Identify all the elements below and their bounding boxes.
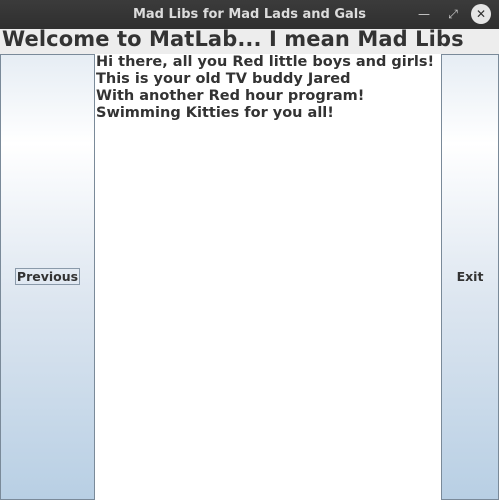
header: Welcome to MatLab... I mean Mad Libs bbox=[0, 27, 499, 54]
title-bar[interactable]: Mad Libs for Mad Lads and Gals — ⤢ ✕ bbox=[0, 0, 499, 29]
app-window: Mad Libs for Mad Lads and Gals — ⤢ ✕ Wel… bbox=[0, 0, 499, 500]
previous-button[interactable]: Previous bbox=[0, 54, 95, 500]
story-text-area[interactable]: Hi there, all you Red little boys and gi… bbox=[95, 54, 441, 500]
close-icon[interactable]: ✕ bbox=[471, 4, 491, 24]
story-line: This is your old TV buddy Jared bbox=[96, 71, 351, 87]
previous-button-label-wrap: Previous bbox=[1, 268, 94, 285]
maximize-icon[interactable]: ⤢ bbox=[443, 4, 463, 24]
previous-button-label: Previous bbox=[14, 268, 81, 285]
exit-button-label: Exit bbox=[456, 269, 484, 284]
page-title: Welcome to MatLab... I mean Mad Libs bbox=[2, 27, 464, 51]
story-line: With another Red hour program! bbox=[96, 88, 365, 104]
minimize-icon[interactable]: — bbox=[414, 4, 434, 24]
exit-button[interactable]: Exit bbox=[441, 54, 499, 500]
story-line: Hi there, all you Red little boys and gi… bbox=[96, 54, 435, 70]
story-line: Swimming Kitties for you all! bbox=[96, 105, 334, 121]
